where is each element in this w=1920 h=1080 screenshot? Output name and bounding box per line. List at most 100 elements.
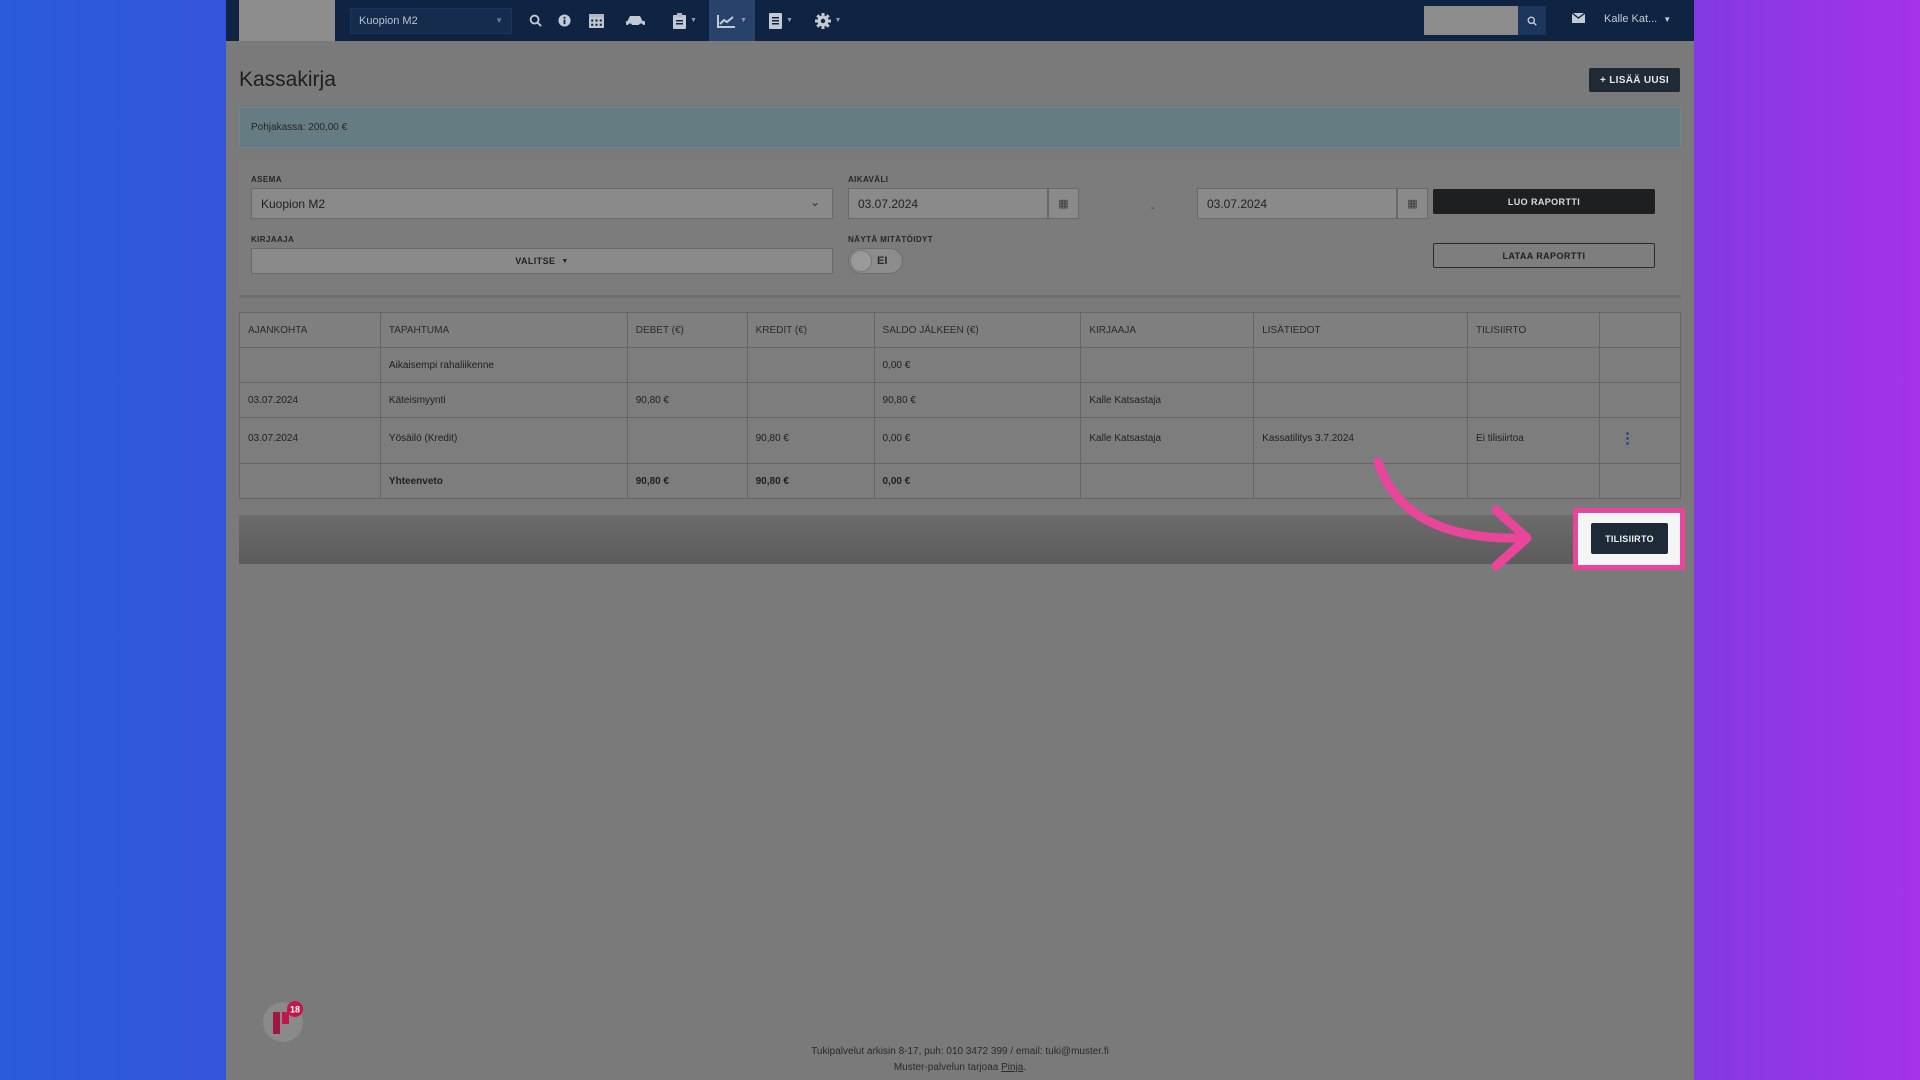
table-header-row: AJANKOHTA TAPAHTUMA DEBET (€) KREDIT (€)…	[239, 312, 1682, 348]
table-cell	[626, 347, 748, 383]
table-cell	[239, 463, 381, 499]
table-cell: Käteismyynti	[379, 382, 628, 418]
chevron-down-icon: ▼	[1663, 15, 1672, 24]
table-cell: Kalle Katsastaja	[1080, 382, 1255, 418]
column-header: DEBET (€)	[626, 312, 748, 348]
support-info: Tukipalvelut arkisin 8-17, puh: 010 3472…	[811, 1046, 1109, 1057]
date-from-input[interactable]: 03.07.2024	[848, 188, 1048, 219]
chat-badge-count: 18	[290, 1005, 300, 1015]
calendar-icon[interactable]	[581, 0, 611, 41]
table-cell	[746, 347, 875, 383]
table-cell: 90,80 €	[873, 382, 1082, 418]
provider-info: Muster-palvelun tarjoaa Pinja.	[226, 1062, 1694, 1073]
table-row: 03.07.2024 Käteismyynti 90,80 € 90,80 € …	[239, 382, 1682, 418]
table-cell: 90,80 €	[746, 463, 875, 499]
kirjaaja-select[interactable]: VALITSE ▼	[251, 248, 833, 274]
search-icon[interactable]	[1518, 6, 1546, 35]
page-title: Kassakirja	[239, 68, 336, 91]
chevron-down-icon: ▼	[495, 16, 503, 25]
mail-icon[interactable]	[1571, 11, 1586, 26]
table-cell	[1080, 463, 1255, 499]
car-icon[interactable]	[619, 0, 653, 41]
download-report-button[interactable]: LATAA RAPORTTI	[1433, 243, 1655, 268]
table-cell	[1467, 382, 1600, 418]
add-new-button[interactable]: + LISÄÄ UUSI	[1589, 68, 1680, 92]
user-menu[interactable]: Kalle Kat... ▼	[1604, 13, 1671, 25]
kebab-menu-icon[interactable]: ⋮	[1620, 430, 1635, 447]
top-navbar: Kuopion M2 ▼ ▼ ▼ ▼ ▼ Kalle Kat... ▼	[226, 0, 1694, 41]
chat-launcher-icon[interactable]: 18	[260, 998, 306, 1044]
column-header: KREDIT (€)	[746, 312, 875, 348]
alert-text: Pohjakassa: 200,00 €	[251, 122, 348, 133]
provider-link[interactable]: Pinja	[1001, 1062, 1023, 1073]
row-actions-cell: ⋮	[1598, 417, 1682, 464]
column-header: SALDO JÄLKEEN (€)	[873, 312, 1082, 348]
date-from-value: 03.07.2024	[858, 196, 919, 211]
column-header	[1598, 312, 1682, 348]
table-cell	[746, 382, 875, 418]
table-cell	[1253, 347, 1469, 383]
chevron-down-icon: ▼	[561, 257, 569, 265]
date-to-value: 03.07.2024	[1207, 196, 1268, 211]
table-cell: Yhteenveto	[379, 463, 628, 499]
toggle-text: EI	[877, 255, 888, 267]
table-cell	[1253, 382, 1469, 418]
table-cell: 0,00 €	[873, 417, 1082, 464]
tilisiirto-button[interactable]: TILISIIRTO	[1591, 523, 1668, 554]
calendar-icon[interactable]: ▦	[1397, 188, 1428, 219]
show-voided-toggle[interactable]: EI	[848, 248, 903, 274]
logo[interactable]	[239, 0, 335, 41]
table-cell	[1598, 463, 1682, 499]
table-cell	[239, 347, 381, 383]
chevron-down-icon: ⌄	[809, 195, 820, 209]
table-cell: 90,80 €	[626, 463, 748, 499]
table-cell: 0,00 €	[873, 347, 1082, 383]
global-search-input[interactable]	[1424, 6, 1518, 35]
table-cell	[1598, 382, 1682, 418]
table-cell	[626, 417, 748, 464]
table-cell	[1467, 347, 1600, 383]
table-cell: 90,80 €	[746, 417, 875, 464]
app-frame: Kuopion M2 ▼ ▼ ▼ ▼ ▼ Kalle Kat... ▼ Kass…	[226, 0, 1694, 1080]
pointer-arrow-icon	[1374, 457, 1532, 571]
column-header: TAPAHTUMA	[379, 312, 628, 348]
aikavali-label: AIKAVÄLI	[848, 175, 889, 184]
date-separator: -	[1151, 203, 1155, 214]
table-cell	[1598, 347, 1682, 383]
table-cell: 0,00 €	[873, 463, 1082, 499]
asema-select[interactable]: Kuopion M2 ⌄	[251, 188, 833, 219]
station-select[interactable]: Kuopion M2 ▼	[350, 8, 512, 34]
table-cell: Yösäilö (Kredit)	[379, 417, 628, 464]
toggle-knob	[850, 250, 872, 272]
user-name: Kalle Kat...	[1604, 13, 1658, 25]
chart-icon[interactable]: ▼	[709, 0, 755, 41]
column-header: TILISIIRTO	[1467, 312, 1600, 348]
create-report-button[interactable]: LUO RAPORTTI	[1433, 189, 1655, 214]
kirjaaja-value: VALITSE	[515, 256, 556, 266]
column-header: KIRJAAJA	[1080, 312, 1255, 348]
search-icon[interactable]	[522, 0, 548, 41]
column-header: AJANKOHTA	[239, 312, 381, 348]
date-to-input[interactable]: 03.07.2024	[1197, 188, 1397, 219]
table-cell: Kalle Katsastaja	[1080, 417, 1255, 464]
calendar-icon[interactable]: ▦	[1048, 188, 1079, 219]
gear-icon[interactable]: ▼	[810, 0, 846, 41]
column-header: LISÄTIEDOT	[1253, 312, 1469, 348]
asema-value: Kuopion M2	[261, 196, 326, 211]
table-cell: 90,80 €	[626, 382, 748, 418]
station-select-label: Kuopion M2	[359, 15, 418, 27]
clipboard-icon[interactable]: ▼	[667, 0, 703, 41]
document-icon[interactable]: ▼	[763, 0, 799, 41]
asema-label: ASEMA	[251, 175, 282, 184]
info-alert: Pohjakassa: 200,00 €	[239, 107, 1681, 148]
filter-panel: ASEMA Kuopion M2 ⌄ AIKAVÄLI 03.07.2024 ▦…	[239, 160, 1681, 298]
table-row: Aikaisempi rahaliikenne 0,00 €	[239, 347, 1682, 383]
provider-suffix: .	[1023, 1062, 1027, 1073]
show-voided-label: NÄYTÄ MITÄTÖIDYT	[848, 235, 934, 244]
info-icon[interactable]	[551, 0, 577, 41]
provider-prefix: Muster-palvelun tarjoaa	[893, 1062, 1002, 1073]
kirjaaja-label: KIRJAAJA	[251, 235, 295, 244]
table-cell: 03.07.2024	[239, 417, 381, 464]
table-cell: Aikaisempi rahaliikenne	[379, 347, 628, 383]
table-cell: 03.07.2024	[239, 382, 381, 418]
